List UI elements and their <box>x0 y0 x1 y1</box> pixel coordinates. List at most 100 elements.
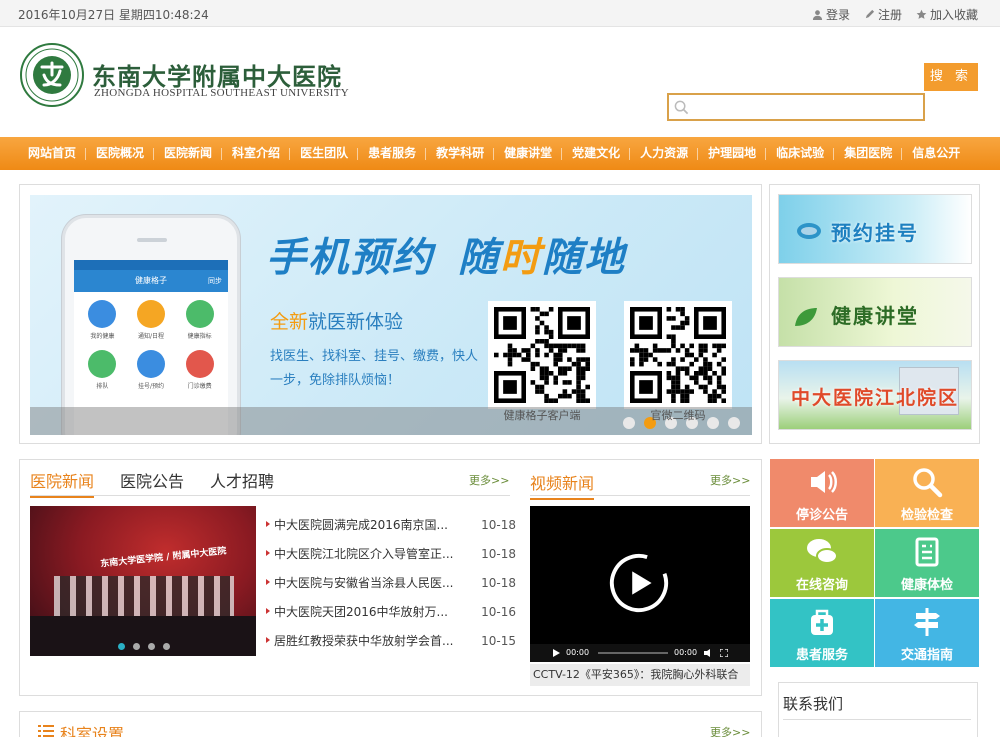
video-time-current: 00:00 <box>566 648 590 657</box>
qr-label-wechat: 官微二维码 <box>650 409 706 422</box>
contact-title: 联系我们 <box>783 695 844 713</box>
service-tile[interactable]: 患者服务 <box>770 599 874 667</box>
ad-appointment[interactable]: 预约挂号 <box>778 194 972 264</box>
search-input[interactable] <box>695 97 921 117</box>
phone-app-icon <box>88 300 117 328</box>
video-more-link[interactable]: 更多>> <box>710 472 750 488</box>
department-panel: 科室设置 更多>> <box>19 711 762 737</box>
service-tile[interactable]: 交通指南 <box>875 599 979 667</box>
add-favorite-link[interactable]: 加入收藏 <box>916 6 978 23</box>
favorite-label: 加入收藏 <box>929 8 978 22</box>
video-progress[interactable] <box>598 652 668 654</box>
banner-subtitle: 全新就医新体验 <box>270 307 403 334</box>
news-photo-stage <box>30 616 256 656</box>
news-tab[interactable]: 医院新闻 <box>30 468 95 498</box>
top-links: 登录 注册 加入收藏 <box>812 6 978 23</box>
news-tabs: 医院新闻 医院公告 人才招聘 <box>30 468 274 498</box>
hospital-logo-icon[interactable] <box>20 43 84 107</box>
search-button[interactable]: 搜 索 <box>924 63 978 91</box>
banner-slide[interactable]: 健康格子 同步 我的健康 通知/日程 健康指标 排队 挂号/预约 门诊缴费 手机预约 随时随… <box>30 195 752 435</box>
nav-item[interactable]: 集团医院 <box>834 137 903 170</box>
news-item[interactable]: 居胜红教授荣获中华放射学会首... 10-15 <box>264 626 516 655</box>
phone-app-tile: 门诊缴费 <box>175 350 224 390</box>
phone-app-grid: 我的健康 通知/日程 健康指标 排队 挂号/预约 门诊缴费 <box>74 292 228 398</box>
service-tile[interactable]: 停诊公告 <box>770 459 874 527</box>
slogan-highlight: 时 <box>500 235 542 281</box>
service-tile[interactable]: 健康体检 <box>875 529 979 597</box>
nav-item[interactable]: 医院概况 <box>86 137 155 170</box>
signpost-icon <box>914 608 940 636</box>
nav-item[interactable]: 科室介绍 <box>222 137 291 170</box>
nav-item[interactable]: 党建文化 <box>562 137 631 170</box>
main-nav: 网站首页 医院概况 医院新闻 科室介绍 医生团队 患者服务 教学科研 健康讲堂 党建文化 人力资源… <box>0 137 1000 170</box>
play-icon[interactable] <box>608 552 670 614</box>
news-item-date: 10-18 <box>481 546 516 561</box>
chat-icon <box>807 539 838 564</box>
service-tile-label: 患者服务 <box>795 648 848 663</box>
nav-item[interactable]: 人力资源 <box>630 137 699 170</box>
phone-sync-label: 同步 <box>208 277 222 285</box>
ad-jiangbei-campus[interactable]: 中大医院江北院区 <box>778 360 972 430</box>
news-item-title: 中大医院江北院区介入导管室正... <box>264 545 453 562</box>
phone-app-label: 排队 <box>96 383 109 390</box>
qr-code-icon <box>494 307 590 403</box>
service-tile-label: 停诊公告 <box>795 508 848 523</box>
news-tab[interactable]: 医院公告 <box>120 468 184 498</box>
list-icon <box>38 725 54 737</box>
phone-app-icon <box>136 350 165 378</box>
banner-description: 找医生、找科室、挂号、缴费，快人一步，免除排队烦恼！ <box>270 349 479 388</box>
user-icon <box>812 10 823 20</box>
top-bar: 2016年10月27日 星期四10:48:24 登录 注册 加入收藏 <box>0 0 1000 27</box>
current-datetime: 2016年10月27日 星期四10:48:24 <box>18 8 209 22</box>
phone-app-tile: 挂号/预约 <box>127 350 176 390</box>
service-tile[interactable]: 检验检查 <box>875 459 979 527</box>
phone-app-label: 门诊缴费 <box>187 383 212 390</box>
video-player[interactable]: 00:00 00:00 <box>530 506 750 662</box>
mouse-icon <box>797 223 821 239</box>
login-link[interactable]: 登录 <box>812 6 850 23</box>
nav-item[interactable]: 患者服务 <box>358 137 427 170</box>
fullscreen-icon[interactable] <box>720 649 728 657</box>
news-item[interactable]: 中大医院与安徽省当涂县人民医... 10-18 <box>264 568 516 597</box>
news-item[interactable]: 中大医院江北院区介入导管室正... 10-18 <box>264 539 516 568</box>
ad-health-lecture-label: 健康讲堂 <box>831 304 919 328</box>
news-photo-banner: 东南大学医学院 / 附属中大医院 <box>99 546 227 570</box>
register-link[interactable]: 注册 <box>864 6 902 23</box>
video-caption[interactable]: CCTV-12《平安365》：我院胸心外科联合 <box>530 664 750 686</box>
news-photo[interactable]: 东南大学医学院 / 附属中大医院 <box>30 506 256 656</box>
volume-icon[interactable] <box>704 649 714 657</box>
phone-app-icon <box>185 300 214 328</box>
news-photo-dots <box>118 643 170 650</box>
leaf-icon <box>795 308 817 326</box>
magnifier-icon <box>913 468 943 498</box>
play-small-icon[interactable] <box>552 649 560 657</box>
department-more-link[interactable]: 更多>> <box>710 724 750 737</box>
phone-app-icon <box>185 350 214 378</box>
qr-code-app <box>488 301 596 409</box>
service-tile-label: 交通指南 <box>900 648 953 663</box>
nav-item[interactable]: 临床试验 <box>766 137 835 170</box>
service-tile-label: 在线咨询 <box>795 578 848 593</box>
register-label: 注册 <box>877 8 902 22</box>
nav-item[interactable]: 信息公开 <box>902 137 970 170</box>
nav-item[interactable]: 医院新闻 <box>154 137 223 170</box>
phone-app-label: 挂号/预约 <box>137 383 164 390</box>
service-tile[interactable]: 在线咨询 <box>770 529 874 597</box>
news-item[interactable]: 中大医院天团2016中华放射万... 10-16 <box>264 597 516 626</box>
news-more-link[interactable]: 更多>> <box>469 472 509 488</box>
news-tab[interactable]: 人才招聘 <box>210 468 274 498</box>
nav-item[interactable]: 医生团队 <box>290 137 359 170</box>
nav-item[interactable]: 网站首页 <box>18 137 87 170</box>
banner-slogan: 手机预约 随时随地 <box>266 225 626 283</box>
qr-code-wechat <box>624 301 732 409</box>
nav-item[interactable]: 健康讲堂 <box>494 137 563 170</box>
nav-item[interactable]: 教学科研 <box>426 137 495 170</box>
news-item[interactable]: 中大医院圆满完成2016南京国... 10-18 <box>264 510 516 539</box>
nav-item[interactable]: 护理园地 <box>698 137 767 170</box>
phone-mockup: 健康格子 同步 我的健康 通知/日程 健康指标 排队 挂号/预约 门诊缴费 <box>62 215 240 435</box>
phone-app-label: 健康指标 <box>187 333 212 340</box>
phone-app-tile: 我的健康 <box>78 300 127 340</box>
phone-app-icon <box>136 300 165 328</box>
news-item-title: 居胜红教授荣获中华放射学会首... <box>264 632 453 649</box>
ad-health-lecture[interactable]: 健康讲堂 <box>778 277 972 347</box>
